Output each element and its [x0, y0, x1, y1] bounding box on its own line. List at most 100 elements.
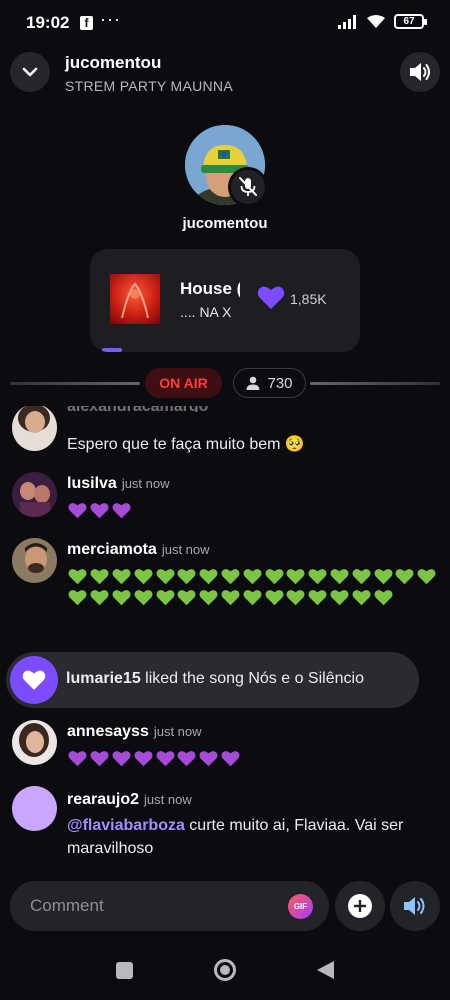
- message-username-row: annesayss just now: [67, 723, 202, 741]
- heart-emoji-icon: [111, 500, 133, 521]
- home-icon[interactable]: [214, 959, 236, 981]
- message-time: just now: [161, 542, 210, 557]
- like-event-message: liked the song Nós e o Silêncio: [140, 670, 364, 687]
- host-label: jucomentou: [182, 215, 268, 232]
- system-nav-bar: [0, 940, 450, 1000]
- on-air-badge: ON AIR: [145, 368, 222, 398]
- heart-emoji-icon: [132, 566, 154, 587]
- message-time: just now: [121, 476, 170, 491]
- minimize-button[interactable]: [10, 52, 50, 92]
- facebook-icon: f: [80, 16, 93, 30]
- host-avatar-container[interactable]: [185, 125, 268, 207]
- like-event-text: lumarie15 liked the song Nós e o Silênci…: [66, 670, 364, 688]
- heart-emoji-icon: [176, 748, 198, 769]
- message-mention[interactable]: @flaviabarboza: [67, 817, 185, 834]
- back-icon[interactable]: [317, 961, 334, 979]
- comment-input[interactable]: Comment GIF: [10, 881, 329, 931]
- heart-emoji-icon: [307, 587, 329, 608]
- song-progress-bar: [102, 348, 122, 352]
- heart-emoji-icon: [372, 566, 394, 587]
- now-playing-card[interactable]: House ( .... NA X 1,85K: [90, 249, 360, 352]
- room-header: jucomentou STREM PARTY MAUNNA: [0, 48, 450, 98]
- message-username-row: lusilva just now: [67, 475, 170, 493]
- message-time: just now: [153, 724, 202, 739]
- heart-emoji-icon: [350, 587, 372, 608]
- listeners-badge[interactable]: 730: [233, 368, 306, 398]
- heart-emoji-icon: [350, 566, 372, 587]
- like-event-user[interactable]: lumarie15: [66, 670, 141, 687]
- like-event-icon-circle: [10, 656, 58, 704]
- heart-emoji-icon: [89, 587, 111, 608]
- wifi-icon: [367, 15, 385, 28]
- status-bar: 19:02 f ··· 67: [0, 0, 450, 46]
- more-notifications-icon: ···: [100, 9, 121, 29]
- message-username[interactable]: lusilva: [67, 475, 117, 492]
- heart-icon: [22, 670, 46, 690]
- header-host-name: jucomentou: [65, 53, 162, 72]
- heart-emoji-icon: [154, 566, 176, 587]
- heart-emoji-icon: [154, 587, 176, 608]
- message-emoji-hearts: [67, 748, 442, 769]
- heart-emoji-icon: [89, 748, 111, 769]
- battery-icon: 67: [394, 14, 427, 29]
- song-liked-event: lumarie15 liked the song Nós e o Silênci…: [6, 652, 419, 708]
- heart-emoji-icon: [329, 566, 351, 587]
- sound-effects-button[interactable]: [390, 881, 440, 931]
- user-avatar[interactable]: [12, 406, 57, 451]
- heart-emoji-icon: [285, 587, 307, 608]
- speaker-icon: [404, 897, 425, 915]
- user-avatar[interactable]: [12, 472, 57, 517]
- message-username[interactable]: merciamota: [67, 541, 157, 558]
- message-username[interactable]: rearaujo2: [67, 791, 139, 808]
- heart-emoji-icon: [198, 748, 220, 769]
- heart-emoji-icon: [394, 566, 416, 587]
- signal-icon: [338, 14, 356, 29]
- message-username-row: rearaujo2 just now: [67, 791, 192, 809]
- heart-emoji-icon: [67, 748, 89, 769]
- heart-emoji-icon: [220, 587, 242, 608]
- heart-emoji-icon: [132, 587, 154, 608]
- user-avatar[interactable]: [12, 786, 57, 831]
- heart-emoji-icon: [176, 566, 198, 587]
- album-art: [110, 274, 160, 324]
- like-song-button[interactable]: [257, 285, 285, 315]
- message-emoji-hearts: [67, 500, 442, 521]
- speaker-icon: [410, 63, 430, 81]
- chevron-down-icon: [22, 67, 38, 77]
- message-username[interactable]: alexandracamargo: [67, 406, 208, 412]
- gif-icon[interactable]: GIF: [288, 894, 313, 919]
- heart-emoji-icon: [67, 566, 89, 587]
- message-time: just now: [144, 792, 192, 807]
- heart-emoji-icon: [220, 566, 242, 587]
- message-emoji-hearts: [67, 566, 442, 608]
- comment-placeholder: Comment: [30, 896, 104, 915]
- chat-feed[interactable]: alexandracamargo Espero que te faça muit…: [0, 406, 450, 876]
- user-avatar[interactable]: [12, 538, 57, 583]
- heart-emoji-icon: [372, 587, 394, 608]
- heart-emoji-icon: [220, 748, 242, 769]
- recent-apps-icon[interactable]: [116, 962, 133, 979]
- speaker-button[interactable]: [400, 52, 440, 92]
- heart-emoji-icon: [329, 587, 351, 608]
- mic-off-icon: [239, 177, 257, 196]
- user-avatar[interactable]: [12, 720, 57, 765]
- heart-emoji-icon: [416, 566, 438, 587]
- heart-emoji-icon: [285, 566, 307, 587]
- heart-emoji-icon: [67, 587, 89, 608]
- add-button[interactable]: [335, 881, 385, 931]
- heart-emoji-icon: [241, 566, 263, 587]
- room-name: STREM PARTY MAUNNA: [65, 78, 233, 94]
- heart-emoji-icon: [307, 566, 329, 587]
- message-username[interactable]: annesayss: [67, 723, 149, 740]
- heart-emoji-icon: [241, 587, 263, 608]
- message-text: @flaviabarboza curte muito ai, Flaviaa. …: [67, 814, 442, 860]
- message-username-row: merciamota just now: [67, 541, 210, 559]
- heart-emoji-icon: [198, 587, 220, 608]
- message-text: Espero que te faça muito bem 🥺: [67, 436, 305, 453]
- heart-emoji-icon: [111, 748, 133, 769]
- song-artist: .... NA X: [180, 304, 232, 320]
- heart-emoji-icon: [198, 566, 220, 587]
- heart-emoji-icon: [263, 566, 285, 587]
- heart-emoji-icon: [89, 500, 111, 521]
- heart-emoji-icon: [67, 500, 89, 521]
